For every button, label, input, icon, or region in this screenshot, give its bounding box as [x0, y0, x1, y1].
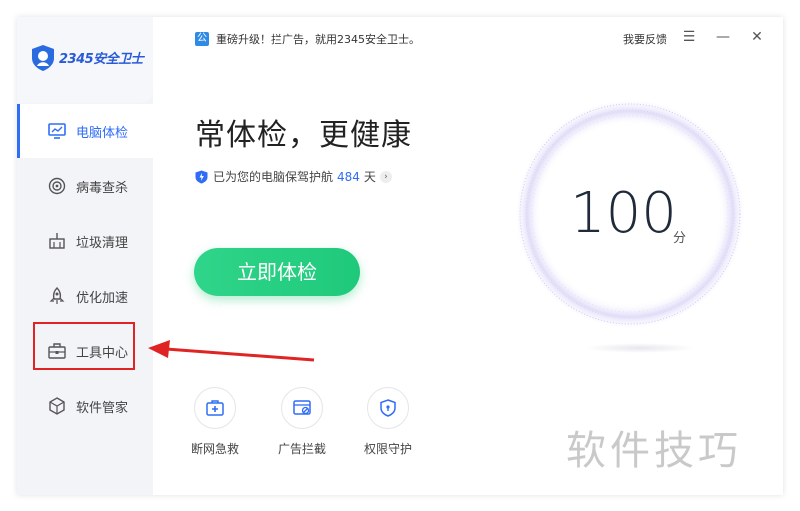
watermark-text: 软件技巧 [566, 428, 742, 474]
